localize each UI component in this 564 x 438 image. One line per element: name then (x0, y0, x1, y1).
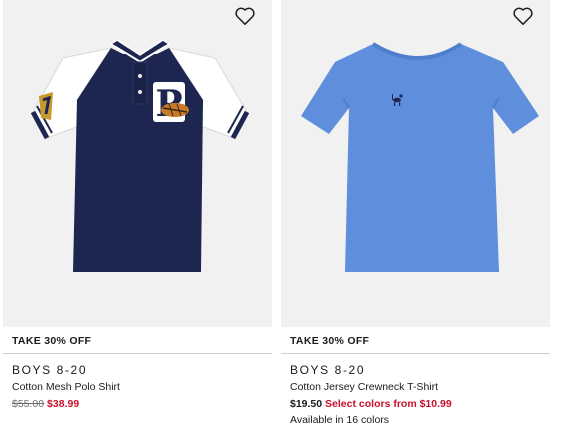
sale-price: $38.99 (47, 398, 80, 410)
divider (3, 353, 272, 354)
product-image-frame[interactable] (281, 0, 550, 327)
promo-label: TAKE 30% OFF (290, 335, 370, 347)
promo-label: TAKE 30% OFF (12, 335, 92, 347)
original-price: $55.00 (12, 398, 45, 410)
price-row: $19.50 Select colors from $10.99 (290, 398, 452, 410)
product-card-tshirt[interactable]: TAKE 30% OFF BOYS 8-20 Cotton Jersey Cre… (281, 0, 550, 438)
colors-available[interactable]: Available in 16 colors (290, 414, 389, 426)
product-name-link[interactable]: Cotton Jersey Crewneck T-Shirt (290, 381, 438, 393)
select-colors-price: Select colors from $10.99 (325, 398, 452, 410)
wishlist-heart-icon[interactable] (512, 6, 534, 26)
product-category: BOYS 8-20 (12, 363, 88, 377)
product-card-polo[interactable]: P TAKE 30% OFF BOYS 8-20 Cotton Mesh Pol… (3, 0, 272, 438)
product-image-tshirt[interactable] (281, 0, 550, 327)
product-image-polo-shirt[interactable]: P (3, 0, 272, 327)
wishlist-heart-icon[interactable] (234, 6, 256, 26)
product-category: BOYS 8-20 (290, 363, 366, 377)
divider (281, 353, 550, 354)
price-row: $55.00 $38.99 (12, 398, 79, 410)
product-image-frame[interactable]: P (3, 0, 272, 327)
product-name-link[interactable]: Cotton Mesh Polo Shirt (12, 381, 120, 393)
regular-price: $19.50 (290, 398, 323, 410)
